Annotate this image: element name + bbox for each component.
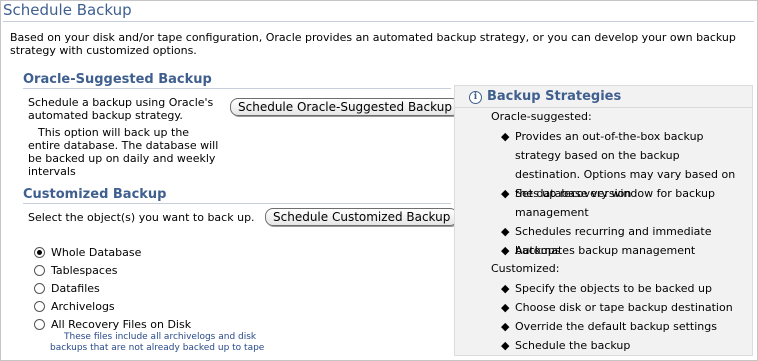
list-item: ◆ Automates backup management <box>501 241 745 260</box>
bullet-icon: ◆ <box>501 301 510 314</box>
list-item-text: Specify the objects to be backed up <box>515 282 712 295</box>
customized-section-title: Customized Backup <box>23 187 167 202</box>
customized-section-divider <box>23 203 451 204</box>
recovery-files-note-line1: These files include all archivelogs and … <box>64 332 257 342</box>
recovery-files-note-line2: backups that are not already backed up t… <box>50 343 265 353</box>
bullet-icon: ◆ <box>501 187 510 200</box>
list-item: ◆ Choose disk or tape backup destination <box>501 298 745 317</box>
list-item: ◆ Override the default backup settings <box>501 317 745 336</box>
bullet-icon: ◆ <box>501 130 510 143</box>
radio-button[interactable] <box>34 265 45 276</box>
radio-button[interactable] <box>34 301 45 312</box>
radio-option-archivelogs[interactable]: Archivelogs <box>34 299 115 314</box>
radio-button-selected[interactable] <box>34 247 45 258</box>
list-item: ◆ Specify the objects to be backed up <box>501 279 745 298</box>
list-item: ◆ Schedule the backup <box>501 336 745 355</box>
radio-label: Whole Database <box>51 246 142 259</box>
list-item: ◆ Sets up recovery window for backup man… <box>501 184 745 222</box>
list-item-text: Choose disk or tape backup destination <box>515 301 733 314</box>
radio-option-tablespaces[interactable]: Tablespaces <box>34 263 117 278</box>
customized-prompt: Select the object(s) you want to back up… <box>28 211 255 224</box>
radio-option-all-recovery-files[interactable]: All Recovery Files on Disk <box>34 317 191 332</box>
bullet-icon: ◆ <box>501 282 510 295</box>
list-item-text: Automates backup management <box>515 244 696 257</box>
backup-strategies-panel: i Backup Strategies Oracle-suggested: ◆ … <box>454 85 753 356</box>
page-title: Schedule Backup <box>3 1 132 19</box>
suggested-description: Schedule a backup using Oracle's automat… <box>28 96 214 122</box>
customized-heading: Customized: <box>491 262 560 275</box>
radio-label: Datafiles <box>51 282 100 295</box>
backup-strategies-title: Backup Strategies <box>487 89 622 104</box>
radio-label: Archivelogs <box>51 300 115 313</box>
radio-label: Tablespaces <box>51 264 118 277</box>
schedule-oracle-suggested-backup-button[interactable]: Schedule Oracle-Suggested Backup <box>230 98 460 116</box>
list-item-text: Override the default backup settings <box>515 320 717 333</box>
suggested-detail: This option will back up the entire data… <box>28 126 219 178</box>
list-item-text: Schedule the backup <box>515 339 631 352</box>
radio-option-whole-database[interactable]: Whole Database <box>34 245 141 260</box>
radio-button[interactable] <box>34 319 45 330</box>
schedule-customized-backup-button[interactable]: Schedule Customized Backup <box>265 208 459 226</box>
bullet-icon: ◆ <box>501 320 510 333</box>
intro-text: Based on your disk and/or tape configura… <box>10 31 736 57</box>
oracle-suggested-heading: Oracle-suggested: <box>491 110 592 123</box>
bullet-icon: ◆ <box>501 244 510 257</box>
title-divider <box>3 21 754 22</box>
suggested-section-divider <box>23 88 451 89</box>
bullet-icon: ◆ <box>501 225 510 238</box>
suggested-section-title: Oracle-Suggested Backup <box>23 72 212 87</box>
radio-label: All Recovery Files on Disk <box>51 318 192 331</box>
bullet-icon: ◆ <box>501 339 510 352</box>
radio-option-datafiles[interactable]: Datafiles <box>34 281 100 296</box>
list-item-text: Sets up recovery window for backup manag… <box>515 187 715 219</box>
info-icon: i <box>469 91 482 104</box>
panel-divider <box>455 107 752 108</box>
radio-button[interactable] <box>34 283 45 294</box>
